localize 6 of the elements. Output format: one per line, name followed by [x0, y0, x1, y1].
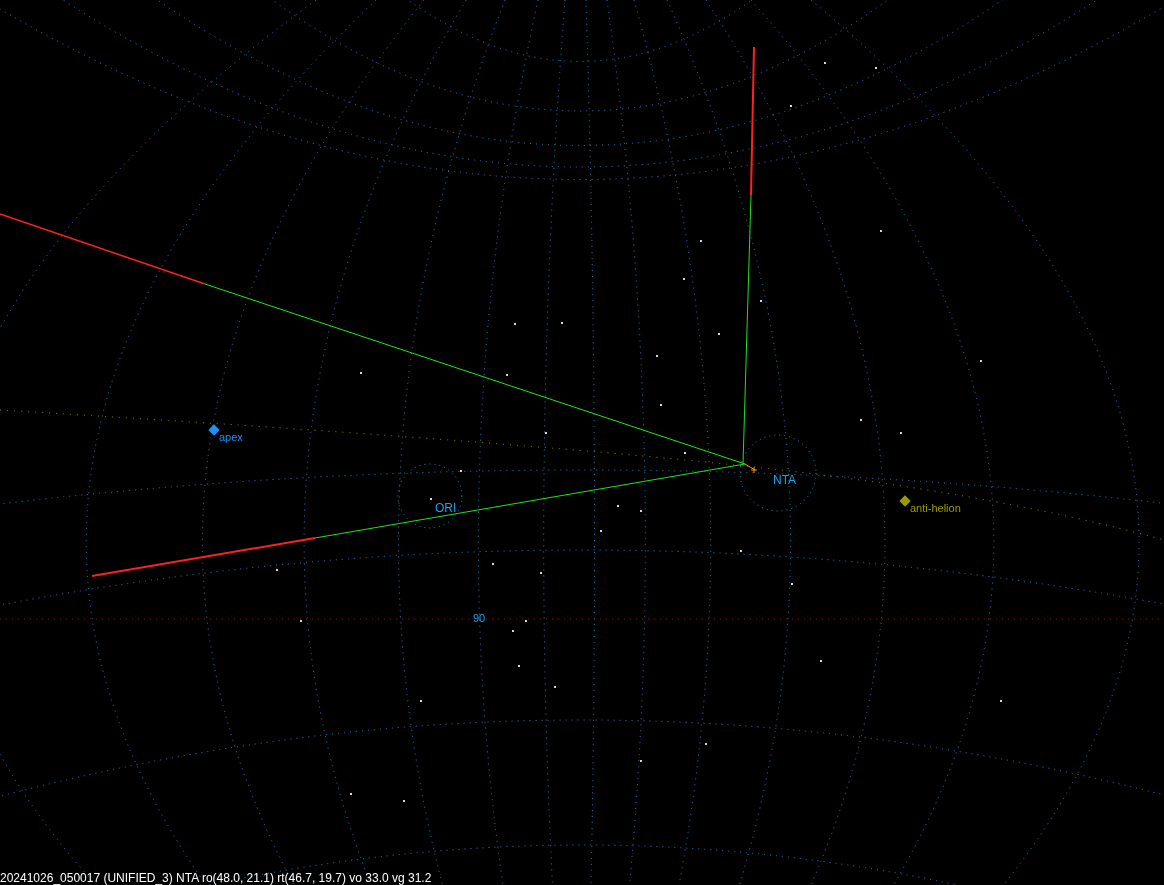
- sky-point-label: apex: [219, 432, 243, 443]
- altitude-label: 90: [473, 613, 486, 624]
- radiant-label: ORI: [435, 502, 457, 514]
- status-text: 20241026_050017 (UNIFIED_3) NTA ro(48.0, 21.1) rt(46.7, 19.7) vo 33.0 vg 31.2: [0, 872, 432, 884]
- radiant-label: NTA: [773, 474, 797, 486]
- sky-point-label: anti-helion: [910, 503, 961, 514]
